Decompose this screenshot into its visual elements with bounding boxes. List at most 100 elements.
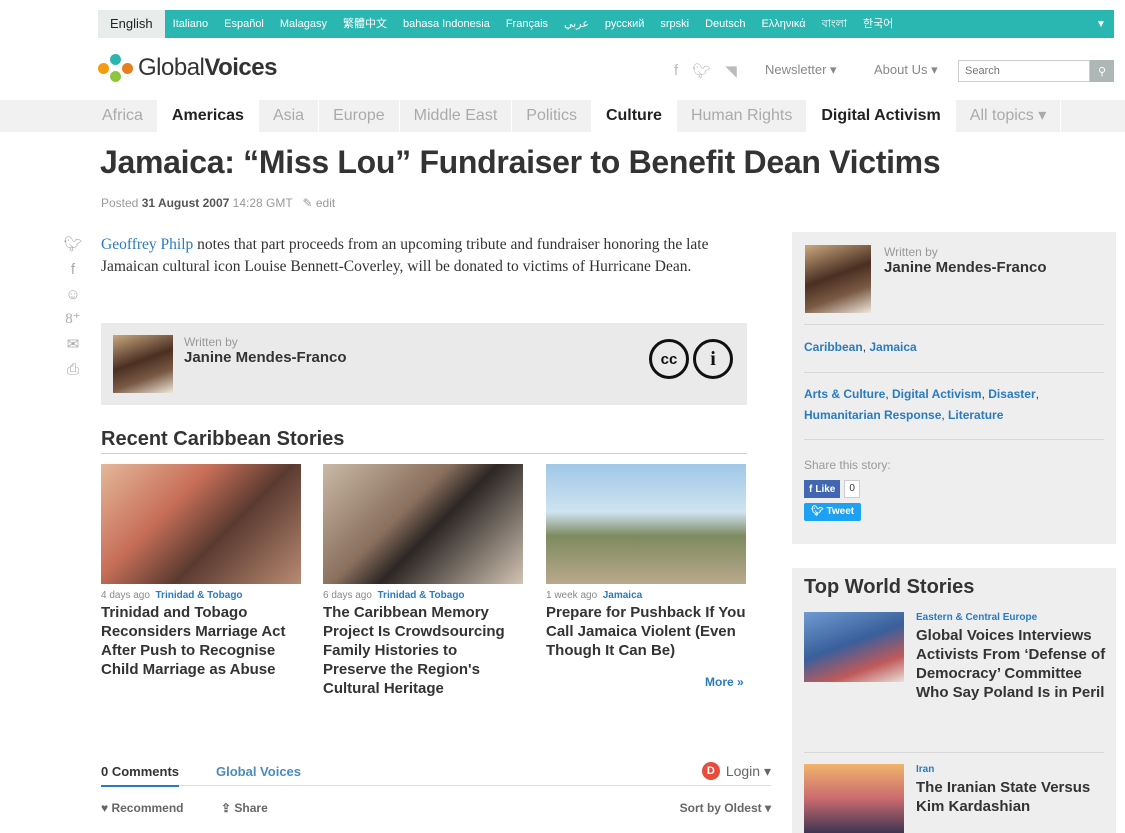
story-age: 6 days ago: [323, 590, 372, 601]
written-by-label: Written by: [184, 335, 238, 349]
lang-english[interactable]: English: [98, 10, 165, 38]
world-story-item[interactable]: Iran The Iranian State Versus Kim Kardas…: [804, 764, 1104, 833]
share-button[interactable]: ⇪ Share: [221, 801, 268, 815]
lang-item[interactable]: Español: [216, 10, 272, 38]
story-image[interactable]: [101, 464, 301, 584]
nav-americas[interactable]: Americas: [157, 100, 259, 132]
world-story-image[interactable]: [804, 612, 904, 682]
facebook-icon: f: [809, 483, 813, 495]
facebook-like-button[interactable]: f Like: [804, 480, 841, 498]
twitter-icon[interactable]: 🐦︎: [692, 62, 711, 80]
world-story-category[interactable]: Iran: [916, 764, 934, 775]
login-menu[interactable]: D Login ▾: [701, 762, 771, 780]
heart-icon: ♥: [101, 801, 109, 815]
world-story-title[interactable]: Global Voices Interviews Activists From …: [916, 626, 1106, 702]
attribution-icon: i: [693, 339, 733, 379]
comments-site-tab[interactable]: Global Voices: [216, 764, 301, 779]
share-story-label: Share this story:: [804, 458, 891, 472]
login-label: Login ▾: [725, 762, 771, 779]
more-stories-link[interactable]: More »: [705, 675, 744, 689]
article-meta: Posted 31 August 2007 14:28 GMT ✎ edit: [101, 196, 335, 210]
comments-bar: 0 Comments Global Voices D Login ▾: [101, 762, 771, 787]
tag-link[interactable]: Literature: [948, 408, 1003, 422]
lang-item[interactable]: Deutsch: [697, 10, 753, 38]
tag-link[interactable]: Humanitarian Response: [804, 408, 941, 422]
story-card[interactable]: 1 week ago Jamaica Prepare for Pushback …: [546, 464, 746, 660]
world-story-category[interactable]: Eastern & Central Europe: [916, 612, 1037, 623]
story-image[interactable]: [546, 464, 746, 584]
story-age: 1 week ago: [546, 590, 598, 601]
edit-link[interactable]: edit: [316, 196, 335, 210]
world-story-image[interactable]: [804, 764, 904, 833]
author-source-link[interactable]: Geoffrey Philp: [101, 236, 193, 253]
divider: [804, 439, 1104, 440]
sidebar-author-avatar[interactable]: [805, 245, 871, 313]
nav-digital-activism[interactable]: Digital Activism: [807, 100, 956, 132]
story-title[interactable]: Trinidad and Tobago Reconsiders Marriage…: [101, 603, 301, 679]
world-story-item[interactable]: Eastern & Central Europe Global Voices I…: [804, 612, 1106, 752]
facebook-icon[interactable]: f: [674, 62, 678, 80]
logo-mark-icon: [98, 54, 134, 82]
story-category[interactable]: Trinidad & Tobago: [156, 590, 243, 601]
nav-asia[interactable]: Asia: [259, 100, 320, 132]
story-title[interactable]: The Caribbean Memory Project Is Crowdsou…: [323, 603, 523, 698]
twitter-icon[interactable]: 🐦︎: [63, 236, 82, 253]
print-icon[interactable]: ⎙: [67, 361, 79, 378]
recommend-button[interactable]: ♥ Recommend: [101, 801, 184, 815]
story-category[interactable]: Jamaica: [603, 590, 642, 601]
lang-item[interactable]: Italiano: [165, 10, 216, 38]
nav-culture[interactable]: Culture: [591, 100, 677, 132]
lang-item[interactable]: bahasa Indonesia: [395, 10, 498, 38]
author-avatar[interactable]: [113, 335, 173, 393]
lang-item[interactable]: Français: [498, 10, 556, 38]
lang-item[interactable]: srpski: [652, 10, 697, 38]
nav-all-topics[interactable]: All topics ▾: [956, 100, 1062, 132]
tweet-button[interactable]: 🐦︎ Tweet: [804, 503, 862, 521]
lang-item[interactable]: 繁體中文: [335, 10, 395, 38]
google-plus-icon[interactable]: 8⁺: [65, 311, 80, 328]
search-input[interactable]: [958, 60, 1090, 82]
tag-link[interactable]: Digital Activism: [892, 387, 982, 401]
lang-item[interactable]: 한국어: [855, 10, 901, 38]
lang-item[interactable]: عربي: [556, 10, 597, 38]
language-bar: English Italiano Español Malagasy 繁體中文 b…: [0, 0, 1125, 38]
twitter-icon: 🐦︎: [811, 506, 824, 517]
lang-item[interactable]: русский: [597, 10, 652, 38]
search-icon[interactable]: ⚲: [1090, 60, 1114, 82]
world-story-title[interactable]: The Iranian State Versus Kim Kardashian: [916, 778, 1106, 816]
language-dropdown-icon[interactable]: ▼: [1088, 10, 1114, 38]
comments-count-tab[interactable]: 0 Comments: [101, 764, 180, 787]
nav-politics[interactable]: Politics: [512, 100, 592, 132]
sort-menu[interactable]: Sort by Oldest ▾: [680, 801, 771, 815]
tag-link[interactable]: Jamaica: [869, 340, 916, 354]
creative-commons-license[interactable]: cc i: [649, 339, 733, 379]
story-image[interactable]: [323, 464, 523, 584]
lang-item[interactable]: Malagasy: [272, 10, 335, 38]
newsletter-menu[interactable]: Newsletter ▾: [765, 62, 837, 78]
share-sidebar: 🐦︎ f ☺ 8⁺ ✉ ⎙: [60, 236, 86, 378]
facebook-icon[interactable]: f: [71, 261, 75, 278]
divider: [804, 324, 1104, 325]
nav-middle-east[interactable]: Middle East: [400, 100, 513, 132]
reddit-icon[interactable]: ☺: [65, 286, 80, 303]
lang-item[interactable]: Ελληνικά: [753, 10, 813, 38]
story-category[interactable]: Trinidad & Tobago: [378, 590, 465, 601]
story-card[interactable]: 4 days ago Trinidad & Tobago Trinidad an…: [101, 464, 301, 679]
story-title[interactable]: Prepare for Pushback If You Call Jamaica…: [546, 603, 746, 660]
nav-human-rights[interactable]: Human Rights: [677, 100, 808, 132]
recent-stories-heading: Recent Caribbean Stories: [101, 428, 747, 454]
tag-link[interactable]: Disaster: [988, 387, 1035, 401]
tag-link[interactable]: Arts & Culture: [804, 387, 885, 401]
rss-icon[interactable]: ◥: [725, 62, 737, 80]
sidebar-author-name[interactable]: Janine Mendes-Franco: [884, 259, 1047, 276]
nav-europe[interactable]: Europe: [319, 100, 400, 132]
lang-item[interactable]: বাংলা: [814, 10, 855, 38]
story-age: 4 days ago: [101, 590, 150, 601]
about-menu[interactable]: About Us ▾: [874, 62, 938, 78]
story-card[interactable]: 6 days ago Trinidad & Tobago The Caribbe…: [323, 464, 523, 698]
email-icon[interactable]: ✉: [67, 336, 80, 353]
author-name[interactable]: Janine Mendes-Franco: [184, 349, 347, 366]
site-logo[interactable]: GlobalVoices: [98, 54, 277, 82]
tag-link[interactable]: Caribbean: [804, 340, 863, 354]
nav-africa[interactable]: Africa: [98, 100, 158, 132]
